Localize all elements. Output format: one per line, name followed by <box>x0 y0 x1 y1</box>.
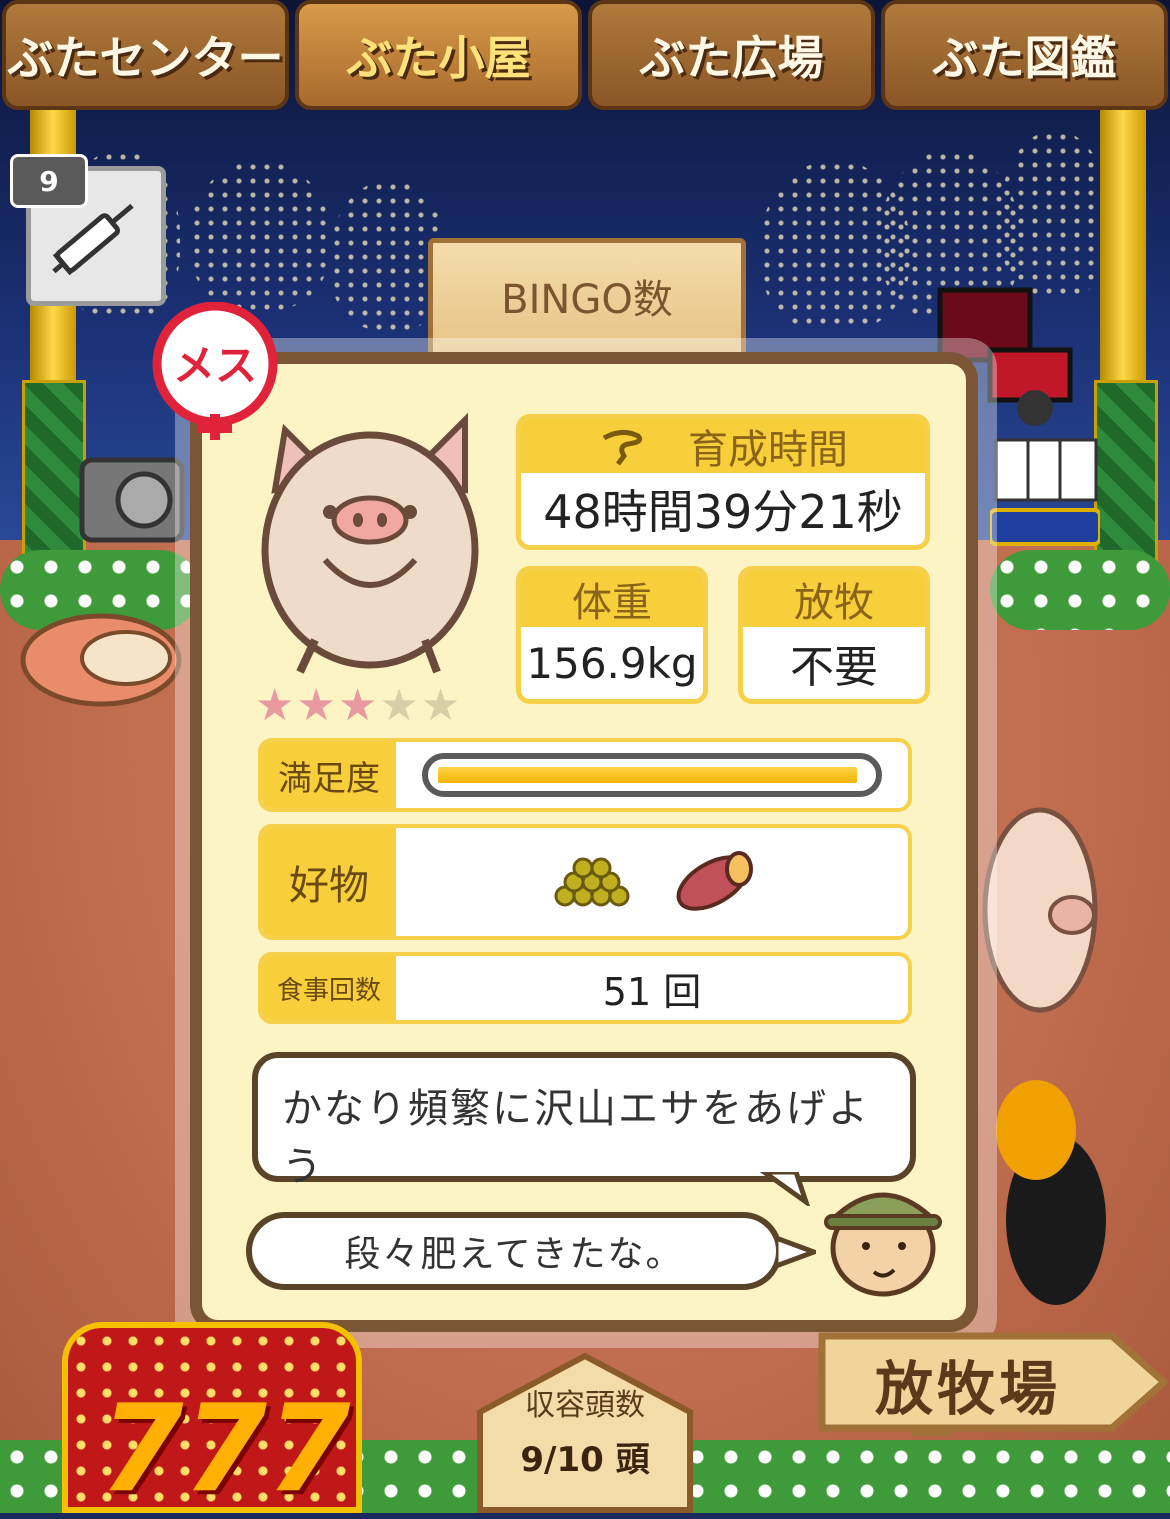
light-tree <box>1000 130 1110 300</box>
advice-bubble: かなり頻繁に沢山エサをあげよう <box>252 1052 916 1190</box>
satisfaction-gauge-area <box>396 742 908 808</box>
satisfaction-row: 満足度 <box>258 738 912 812</box>
weight-card: 体重 156.9kg <box>516 566 708 704</box>
comment-text: 段々肥えてきたな。 <box>344 1234 684 1275</box>
clover-bush <box>990 550 1170 630</box>
top-tab-bar: ぶたセンター ぶた小屋 ぶた広場 ぶた図鑑 <box>0 0 1170 118</box>
grazing-label: 放牧 <box>743 571 925 627</box>
pig-portrait-icon[interactable] <box>255 400 485 680</box>
satisfaction-label: 満足度 <box>262 742 396 808</box>
tab-buta-hiroba[interactable]: ぶた広場 <box>588 0 875 110</box>
light-tree <box>190 160 330 310</box>
toucan-icon <box>996 1080 1106 1305</box>
favorite-food-icons <box>396 828 908 936</box>
weight-label: 体重 <box>521 571 703 627</box>
star-filled-icon: ★ <box>255 680 297 731</box>
growth-time-card: 育成時間 48時間39分21秒 <box>516 414 930 550</box>
satisfaction-gauge-fill <box>438 767 857 783</box>
gender-label: メス <box>173 341 257 390</box>
tab-buta-koya[interactable]: ぶた小屋 <box>295 0 582 110</box>
tab-buta-center[interactable]: ぶたセンター <box>2 0 289 110</box>
rating-stars: ★★★★★ <box>255 680 462 731</box>
growth-time-value: 48時間39分21秒 <box>543 485 903 539</box>
advice-bubble-tail <box>760 1172 810 1206</box>
favorite-food-row: 好物 <box>258 824 912 940</box>
pig-tail-icon <box>602 430 643 466</box>
meals-label: 食事回数 <box>262 956 396 1020</box>
tab-buta-zukan[interactable]: ぶた図鑑 <box>881 0 1168 110</box>
star-filled-icon: ★ <box>296 680 338 731</box>
grazing-card: 放牧 不要 <box>738 566 930 704</box>
growth-time-label: 育成時間 <box>688 427 848 473</box>
comment-bubble-tail <box>776 1235 816 1269</box>
grazing-field-label[interactable]: 放牧場 <box>838 1344 1098 1424</box>
growth-time-header: 育成時間 <box>521 419 925 473</box>
meal-count-row: 食事回数 51 回 <box>258 952 912 1024</box>
capacity-title: 収容頭数 <box>525 1388 645 1423</box>
satisfaction-gauge <box>422 753 882 797</box>
feed-pellets-icon <box>554 857 630 907</box>
capacity-value: 9/10 頭 <box>520 1440 650 1480</box>
grazing-value: 不要 <box>790 642 878 693</box>
star-empty-icon: ★ <box>420 680 463 731</box>
feeding-bowl-icon <box>20 613 182 707</box>
favorite-label: 好物 <box>262 828 396 936</box>
star-filled-icon: ★ <box>337 680 380 731</box>
meals-value: 51 回 <box>602 969 702 1014</box>
background-pig-icon <box>982 807 1098 1013</box>
slot-number: 777 <box>100 1380 351 1519</box>
farmer-avatar <box>824 1192 942 1297</box>
weight-value: 156.9kg <box>526 638 698 688</box>
gold-pillar <box>1100 110 1146 400</box>
item-count-badge: 9 <box>10 154 88 208</box>
comment-bubble: 段々肥えてきたな。 <box>246 1212 782 1290</box>
sweet-potato-icon <box>676 851 753 911</box>
star-empty-icon: ★ <box>379 680 421 731</box>
playing-cards-icon <box>990 438 1100 546</box>
